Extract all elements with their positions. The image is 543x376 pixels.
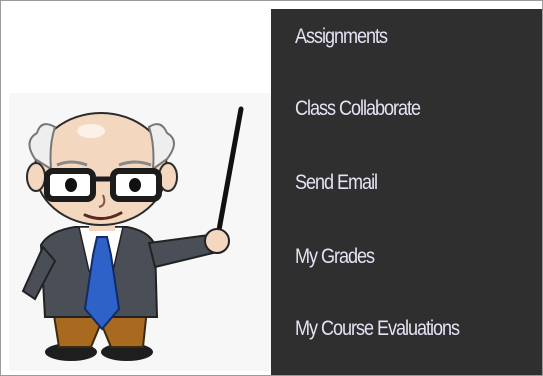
course-menu-widget: Assignments Class Collaborate Send Email… <box>0 0 543 376</box>
menu-item-assignments[interactable]: Assignments <box>295 25 388 49</box>
teacher-illustration-panel <box>9 9 271 371</box>
menu-item-class-collaborate[interactable]: Class Collaborate <box>295 97 421 121</box>
teacher-with-pointer-icon <box>21 106 244 361</box>
course-menu: Assignments Class Collaborate Send Email… <box>271 9 542 375</box>
menu-item-my-grades[interactable]: My Grades <box>295 245 375 269</box>
menu-item-send-email[interactable]: Send Email <box>295 171 378 195</box>
menu-item-my-course-evaluations[interactable]: My Course Evaluations <box>295 317 460 341</box>
